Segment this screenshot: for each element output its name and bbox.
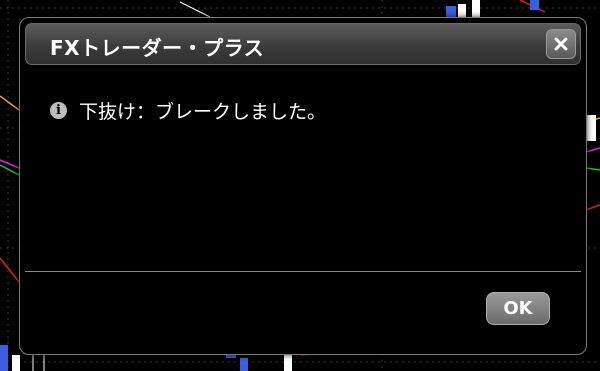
dialog-title: FXトレーダー・プラス (50, 36, 265, 60)
alert-dialog: FXトレーダー・プラス i 下抜け：ブレークしました。 OK (19, 17, 587, 355)
close-button[interactable] (546, 29, 576, 59)
ok-button[interactable]: OK (486, 292, 550, 325)
info-icon: i (50, 101, 67, 119)
message-row: i 下抜け：ブレークしました。 (50, 98, 327, 123)
dialog-titlebar: FXトレーダー・プラス (25, 23, 581, 65)
close-icon (554, 37, 568, 51)
dialog-divider (25, 271, 581, 272)
dialog-message: 下抜け：ブレークしました。 (79, 100, 327, 123)
